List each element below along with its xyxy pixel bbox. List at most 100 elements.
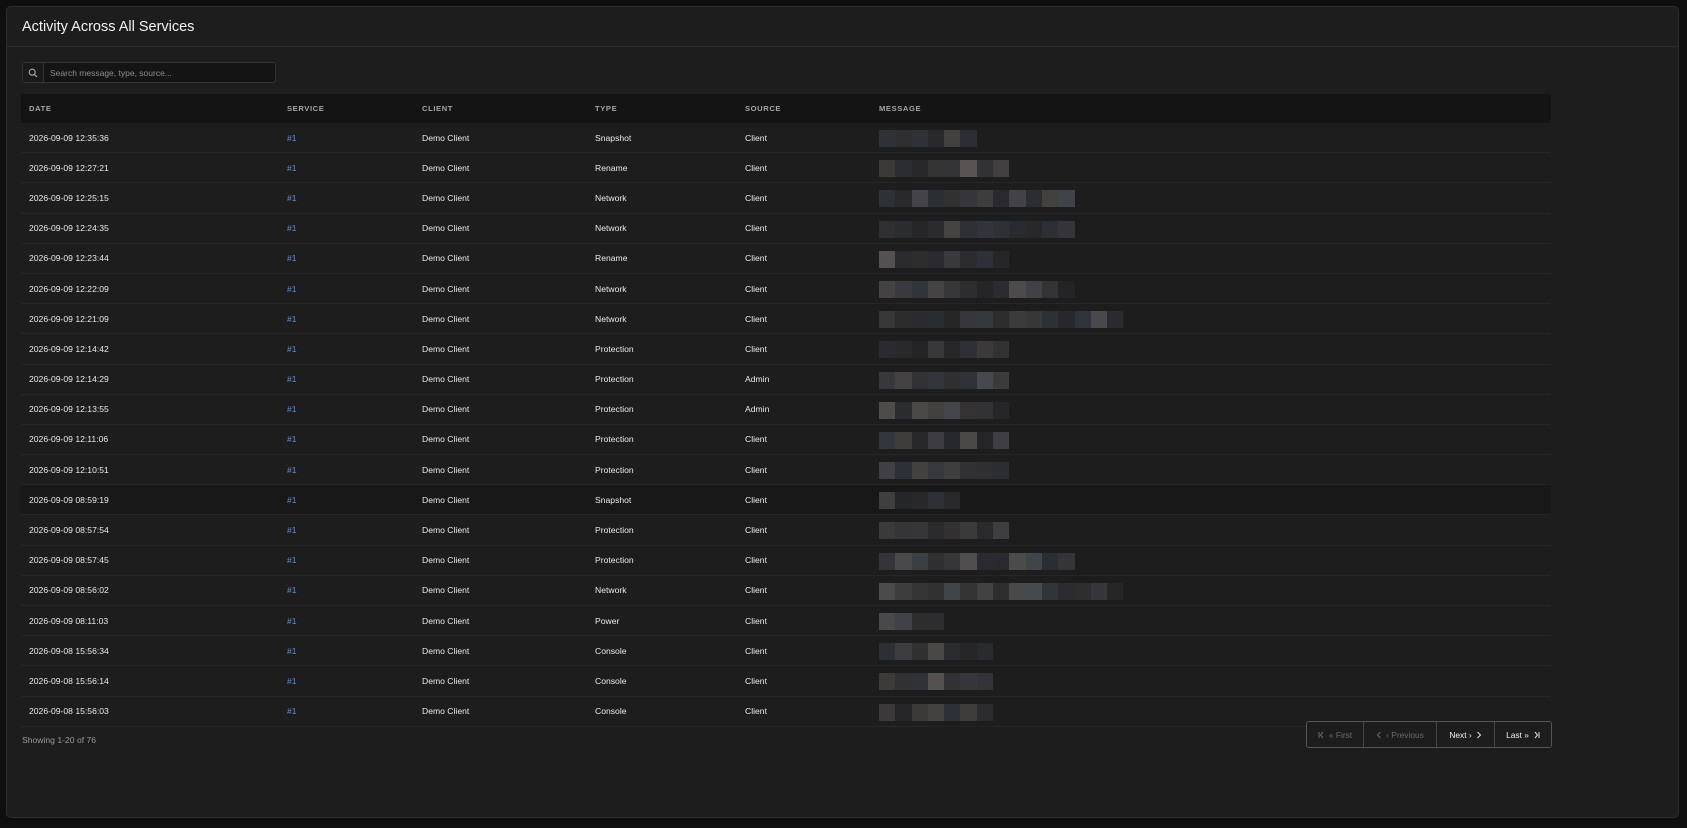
cell-service[interactable]: #1 <box>287 616 297 626</box>
table-row[interactable]: 2026-09-09 12:21:09 #1 Demo Client Network C… <box>21 304 1551 335</box>
table-row[interactable]: 2026-09-09 12:14:29 #1 Demo Client Protecti… <box>21 365 1551 395</box>
cell-service[interactable]: #1 <box>287 555 297 565</box>
cell-service[interactable]: #1 <box>287 193 297 203</box>
cell-client: Demo Client <box>422 706 470 717</box>
cell-service[interactable]: #1 <box>287 404 297 414</box>
table-row[interactable]: 2026-09-09 12:23:44 #1 Demo Client Rename Cl… <box>21 244 1551 274</box>
column-header-message[interactable]: MESSAGE <box>879 104 921 113</box>
cell-date: 2026-09-09 12:14:42 <box>29 343 109 354</box>
cell-service[interactable]: #1 <box>287 223 297 233</box>
cell-date: 2026-09-09 12:10:51 <box>29 464 109 475</box>
table-row[interactable]: 2026-09-09 08:59:19 #1 Demo Client Snapshot… <box>21 485 1551 516</box>
cell-message-redacted <box>879 401 1010 419</box>
cell-client: Demo Client <box>422 132 470 143</box>
cell-source: Client <box>745 555 767 566</box>
previous-page-label: ‹ Previous <box>1386 729 1424 740</box>
table-row[interactable]: 2026-09-09 12:25:15 #1 Demo Client Network C… <box>21 183 1551 214</box>
cell-message-redacted <box>879 341 1010 359</box>
column-header-source[interactable]: SOURCE <box>745 104 781 113</box>
cell-client: Demo Client <box>422 223 470 234</box>
table-row[interactable]: 2026-09-09 08:56:02 #1 Demo Client Network C… <box>21 576 1551 606</box>
cell-service[interactable]: #1 <box>287 314 297 324</box>
table-row[interactable]: 2026-09-09 12:35:36 #1 Demo Client Snapshot… <box>21 123 1551 154</box>
cell-service[interactable]: #1 <box>287 163 297 173</box>
cell-source: Client <box>745 162 767 173</box>
cell-message-redacted <box>879 703 994 721</box>
cell-message-redacted <box>879 673 994 691</box>
cell-client: Demo Client <box>422 525 470 536</box>
cell-type: Rename <box>595 253 628 264</box>
cell-message-redacted <box>879 643 994 661</box>
cell-service[interactable]: #1 <box>287 585 297 595</box>
cell-message-redacted <box>879 311 1124 329</box>
table-row[interactable]: 2026-09-08 15:56:34 #1 Demo Client Console C… <box>21 636 1551 667</box>
table-row[interactable]: 2026-09-09 08:57:45 #1 Demo Client Protecti… <box>21 546 1551 576</box>
cell-source: Client <box>745 253 767 264</box>
search-input[interactable] <box>44 63 275 82</box>
cell-date: 2026-09-09 12:22:09 <box>29 283 109 294</box>
cell-service[interactable]: #1 <box>287 253 297 263</box>
cell-type: Network <box>595 192 627 203</box>
cell-type: Protection <box>595 434 634 445</box>
cell-service[interactable]: #1 <box>287 706 297 716</box>
column-header-date[interactable]: DATE <box>29 104 52 113</box>
table-row[interactable]: 2026-09-09 12:11:06 #1 Demo Client Protecti… <box>21 425 1551 456</box>
cell-source: Admin <box>745 374 770 385</box>
cell-type: Console <box>595 675 627 686</box>
cell-date: 2026-09-09 12:27:21 <box>29 162 109 173</box>
column-header-type[interactable]: TYPE <box>595 104 617 113</box>
cell-service[interactable]: #1 <box>287 465 297 475</box>
first-page-button[interactable]: « First <box>1307 722 1364 747</box>
cell-type: Snapshot <box>595 494 632 505</box>
cell-service[interactable]: #1 <box>287 133 297 143</box>
table-body: 2026-09-09 12:35:36 #1 Demo Client Snapshot… <box>21 123 1551 727</box>
cell-message-redacted <box>879 220 1075 238</box>
column-header-service[interactable]: SERVICE <box>287 104 324 113</box>
table-row[interactable]: 2026-09-09 08:57:54 #1 Demo Client Protecti… <box>21 515 1551 546</box>
cell-service[interactable]: #1 <box>287 525 297 535</box>
cell-service[interactable]: #1 <box>287 374 297 384</box>
cell-service[interactable]: #1 <box>287 344 297 354</box>
cell-date: 2026-09-09 08:57:45 <box>29 555 109 566</box>
column-header-client[interactable]: CLIENT <box>422 104 453 113</box>
cell-service[interactable]: #1 <box>287 676 297 686</box>
search-icon <box>23 63 44 82</box>
cell-client: Demo Client <box>422 162 470 173</box>
next-page-button[interactable]: Next › <box>1437 722 1495 747</box>
cell-service[interactable]: #1 <box>287 434 297 444</box>
cell-service[interactable]: #1 <box>287 495 297 505</box>
cell-date: 2026-09-09 08:59:19 <box>29 494 109 505</box>
last-page-button[interactable]: Last » <box>1495 722 1551 747</box>
cell-source: Client <box>745 313 767 324</box>
previous-page-button[interactable]: ‹ Previous <box>1364 722 1437 747</box>
cell-source: Client <box>745 645 767 656</box>
cell-client: Demo Client <box>422 404 470 415</box>
cell-message-redacted <box>879 492 961 510</box>
cell-type: Protection <box>595 343 634 354</box>
table-row[interactable]: 2026-09-09 12:14:42 #1 Demo Client Protecti… <box>21 334 1551 365</box>
cell-type: Rename <box>595 162 628 173</box>
table-row[interactable]: 2026-09-08 15:56:14 #1 Demo Client Console C… <box>21 666 1551 697</box>
cell-date: 2026-09-09 08:56:02 <box>29 585 109 596</box>
table-row[interactable]: 2026-09-09 12:10:51 #1 Demo Client Protecti… <box>21 455 1551 486</box>
cell-source: Client <box>745 283 767 294</box>
table-row[interactable]: 2026-09-09 12:22:09 #1 Demo Client Network C… <box>21 274 1551 305</box>
cell-type: Network <box>595 585 627 596</box>
search-box <box>22 62 276 83</box>
chevron-left-icon <box>1376 731 1381 738</box>
panel-header: Activity Across All Services <box>7 7 1678 47</box>
cell-source: Client <box>745 525 767 536</box>
table-row[interactable]: 2026-09-09 08:11:03 #1 Demo Client Power Cli… <box>21 606 1551 637</box>
table-row[interactable]: 2026-09-09 12:27:21 #1 Demo Client Rename Cl… <box>21 153 1551 184</box>
cell-client: Demo Client <box>422 464 470 475</box>
cell-client: Demo Client <box>422 645 470 656</box>
cell-service[interactable]: #1 <box>287 646 297 656</box>
cell-client: Demo Client <box>422 283 470 294</box>
cell-message-redacted <box>879 190 1075 208</box>
table-row[interactable]: 2026-09-09 12:13:55 #1 Demo Client Protecti… <box>21 395 1551 425</box>
cell-service[interactable]: #1 <box>287 284 297 294</box>
cell-type: Console <box>595 706 627 717</box>
cell-client: Demo Client <box>422 343 470 354</box>
cell-date: 2026-09-09 12:25:15 <box>29 192 109 203</box>
table-row[interactable]: 2026-09-09 12:24:35 #1 Demo Client Network C… <box>21 214 1551 244</box>
